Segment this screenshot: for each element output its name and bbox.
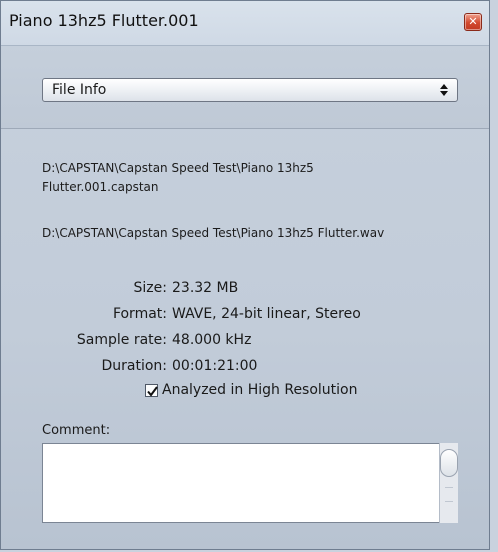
sample-rate-value: 48.000 kHz [172,332,252,348]
info-row-sample-rate: Sample rate: 48.000 kHz [1,332,491,352]
format-value: WAVE, 24-bit linear, Stereo [172,306,361,322]
close-button[interactable]: ✕ [464,13,482,31]
scroll-track-divider [445,487,453,488]
duration-value: 00:01:21:00 [172,358,258,374]
info-row-duration: Duration: 00:01:21:00 [1,358,491,378]
checkmark-icon [147,386,158,397]
scroll-track-divider [445,501,453,502]
title-bar[interactable]: Piano 13hz5 Flutter.001 ✕ [1,1,489,46]
window-title: Piano 13hz5 Flutter.001 [9,11,199,30]
up-down-arrows-icon [440,84,448,96]
duration-label: Duration: [101,358,167,374]
size-label: Size: [133,280,167,296]
sample-rate-label: Sample rate: [76,332,167,348]
info-row-format: Format: WAVE, 24-bit linear, Stereo [1,306,491,326]
comment-textarea[interactable] [42,443,458,523]
file-info-content: D:\CAPSTAN\Capstan Speed Test\Piano 13hz… [1,129,489,549]
panel-select-dropdown[interactable]: File Info [42,78,458,102]
checkbox-box[interactable] [145,384,158,397]
panel-select-value: File Info [52,82,107,98]
audio-file-path: D:\CAPSTAN\Capstan Speed Test\Piano 13hz… [42,226,385,240]
comment-scrollbar[interactable] [439,443,458,523]
comment-label: Comment: [42,423,111,438]
format-label: Format: [112,306,167,322]
panel-selector-area: File Info [1,46,489,129]
info-row-size: Size: 23.32 MB [1,280,491,300]
file-info-window: Piano 13hz5 Flutter.001 ✕ File Info D:\C… [0,0,490,550]
project-file-path: D:\CAPSTAN\Capstan Speed Test\Piano 13hz… [42,161,314,194]
size-value: 23.32 MB [172,280,239,296]
analyzed-high-res-label: Analyzed in High Resolution [162,382,358,398]
close-icon: ✕ [468,15,478,28]
scrollbar-thumb[interactable] [440,449,458,477]
